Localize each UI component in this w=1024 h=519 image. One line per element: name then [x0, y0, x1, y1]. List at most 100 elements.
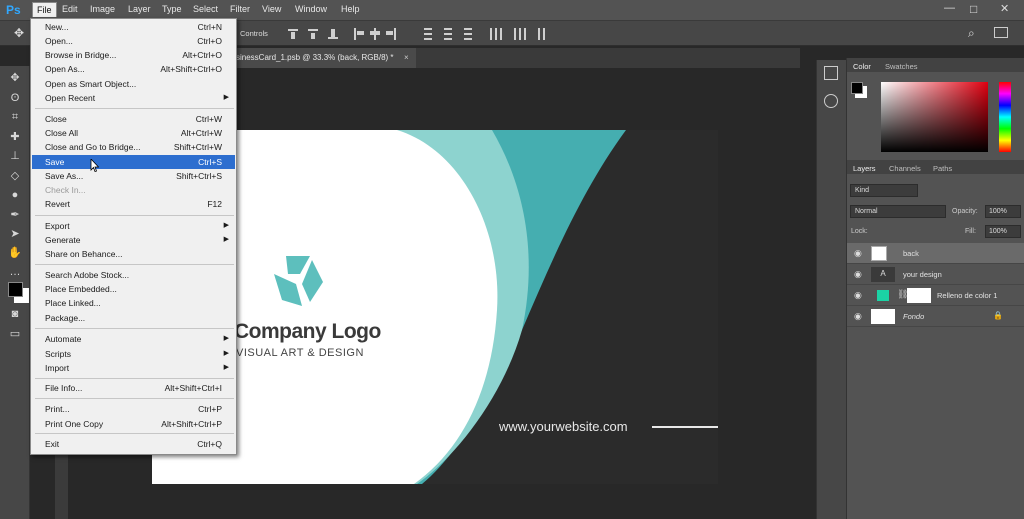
foreground-color-swatch[interactable] [8, 282, 23, 297]
menu-help[interactable]: Help [341, 4, 360, 14]
close-tab-icon[interactable]: × [404, 48, 409, 68]
menu-item-open-as[interactable]: Open As... Alt+Shift+Ctrl+O [32, 62, 235, 76]
menu-window[interactable]: Window [295, 4, 327, 14]
layer-row-your-design[interactable]: ◉ A your design [847, 264, 1024, 285]
menu-item-new[interactable]: New... Ctrl+N [32, 20, 235, 34]
tab-swatches[interactable]: Swatches [885, 62, 918, 71]
menu-edit[interactable]: Edit [62, 4, 78, 14]
align-icons[interactable] [288, 27, 548, 41]
tab-color[interactable]: Color [853, 62, 871, 71]
menu-item-check-in: Check In... [45, 185, 86, 195]
company-logo-icon [274, 256, 323, 306]
workspace-icon[interactable] [994, 27, 1008, 38]
menu-item-export[interactable]: Export ▶ [32, 219, 235, 233]
menu-item-file-info[interactable]: File Info... Alt+Shift+Ctrl+I [32, 381, 235, 395]
fill-field[interactable]: 100% [985, 225, 1021, 238]
layer-row-back[interactable]: ◉ back [847, 243, 1024, 264]
close-window-button[interactable]: ✕ [1000, 2, 1009, 15]
move-tool-icon[interactable]: ✥ [8, 72, 22, 85]
layer-row-fondo[interactable]: ◉ Fondo 🔒 [847, 306, 1024, 327]
eraser-tool-icon[interactable]: ◇ [8, 170, 22, 183]
menu-item-close-all[interactable]: Close All Alt+Ctrl+W [32, 126, 235, 140]
website-underline [652, 426, 718, 428]
menu-view[interactable]: View [262, 4, 281, 14]
layer-filter-select[interactable]: Kind [850, 184, 918, 197]
document-tab[interactable]: sinessCard_1.psb @ 33.3% (back, RGB/8) *… [236, 48, 416, 68]
stamp-tool-icon[interactable]: ⊥ [8, 150, 22, 163]
menu-filter[interactable]: Filter [230, 4, 250, 14]
menu-select[interactable]: Select [193, 4, 218, 14]
menu-item-revert[interactable]: Revert F12 [32, 197, 235, 211]
layer-mask-thumbnail [907, 288, 931, 303]
layer-thumbnail [871, 246, 887, 261]
menu-item-share-on-behance[interactable]: Share on Behance... [32, 247, 235, 261]
search-icon[interactable]: ⌕ [968, 26, 975, 41]
lock-label: Lock: [851, 228, 868, 235]
menu-item-generate[interactable]: Generate ▶ [32, 233, 235, 247]
selection-tool-icon[interactable]: ➤ [8, 228, 22, 241]
panel-fg-swatch[interactable] [851, 82, 863, 94]
submenu-arrow-icon: ▶ [223, 94, 229, 101]
submenu-arrow-icon: ▶ [223, 236, 229, 243]
menu-item-search-adobe-stock[interactable]: Search Adobe Stock... [32, 268, 235, 282]
eye-icon[interactable]: ◉ [854, 290, 862, 301]
layer-thumbnail [871, 309, 895, 324]
history-panel-icon[interactable] [824, 66, 838, 80]
minimize-button[interactable]: — [944, 2, 955, 14]
eye-icon[interactable]: ◉ [854, 269, 862, 280]
properties-panel-icon[interactable] [824, 94, 838, 108]
menu-item-print[interactable]: Print... Ctrl+P [32, 402, 235, 416]
layer-name: your design [903, 270, 942, 279]
menu-image[interactable]: Image [90, 4, 115, 14]
menu-item-import[interactable]: Import ▶ [32, 361, 235, 375]
menu-item-scripts[interactable]: Scripts ▶ [32, 347, 235, 361]
blend-mode-value: Normal [855, 208, 878, 215]
color-picker-field[interactable] [881, 82, 988, 152]
menu-item-place-embedded[interactable]: Place Embedded... [32, 282, 235, 296]
menu-item-automate[interactable]: Automate ▶ [32, 332, 235, 346]
menu-item-browse-in-bridge[interactable]: Browse in Bridge... Alt+Ctrl+O [32, 48, 235, 62]
eye-icon[interactable]: ◉ [854, 311, 862, 322]
menu-item-place-linked[interactable]: Place Linked... [32, 296, 235, 310]
tab-channels[interactable]: Channels [889, 164, 921, 173]
menu-item-save[interactable]: Save Ctrl+S [32, 155, 235, 172]
menu-type[interactable]: Type [162, 4, 182, 14]
menu-item-open-smart-object[interactable]: Open as Smart Object... [32, 77, 235, 91]
layer-name: Fondo [903, 312, 925, 321]
quick-mask-icon[interactable]: ◙ [8, 308, 22, 321]
tab-paths[interactable]: Paths [933, 164, 952, 173]
move-icon[interactable]: ✥ [14, 26, 24, 40]
layer-row-fill[interactable]: ◉ ⛓ Relleno de color 1 [847, 285, 1024, 306]
restore-button[interactable]: □ [970, 2, 977, 16]
menu-item-open[interactable]: Open... Ctrl+O [32, 34, 235, 48]
lock-icon: 🔒 [993, 311, 1003, 320]
menu-item-print-one-copy[interactable]: Print One Copy Alt+Shift+Ctrl+P [32, 417, 235, 431]
menu-item-close-and-go-to-bridge[interactable]: Close and Go to Bridge... Shift+Ctrl+W [32, 140, 235, 154]
menu-item-save-as[interactable]: Save As... Shift+Ctrl+S [32, 169, 235, 183]
company-name: Company Logo [234, 320, 381, 343]
menu-item-exit[interactable]: Exit Ctrl+Q [32, 437, 235, 451]
hue-slider[interactable] [999, 82, 1011, 152]
eye-icon[interactable]: ◉ [854, 248, 862, 259]
blend-mode-select[interactable]: Normal [850, 205, 946, 218]
menu-layer[interactable]: Layer [128, 4, 151, 14]
blur-tool-icon[interactable]: ● [8, 189, 22, 202]
layer-name: back [903, 249, 919, 258]
crop-tool-icon[interactable]: ⌗ [8, 111, 22, 124]
screen-mode-icon[interactable]: ▭ [8, 328, 22, 341]
lasso-tool-icon[interactable]: ʘ [8, 92, 22, 105]
menu-item-open-recent[interactable]: Open Recent ▶ [32, 91, 235, 105]
healing-tool-icon[interactable]: ✚ [8, 131, 22, 144]
menu-item-package[interactable]: Package... [32, 311, 235, 325]
hand-tool-icon[interactable]: ✋ [8, 247, 22, 260]
menu-item-close[interactable]: Close Ctrl+W [32, 112, 235, 126]
text-layer-icon: A [871, 267, 895, 282]
website-text: www.yourwebsite.com [499, 419, 628, 434]
pen-tool-icon[interactable]: ✒ [8, 209, 22, 222]
opacity-field[interactable]: 100% [985, 205, 1021, 218]
file-menu-dropdown: New... Ctrl+N Open... Ctrl+O Browse in Bri… [30, 18, 237, 455]
more-tools-icon[interactable]: … [8, 266, 22, 279]
menu-file[interactable]: File [32, 2, 57, 17]
tab-layers[interactable]: Layers [853, 164, 876, 173]
show-transform-controls-label[interactable]: Controls [240, 29, 268, 38]
